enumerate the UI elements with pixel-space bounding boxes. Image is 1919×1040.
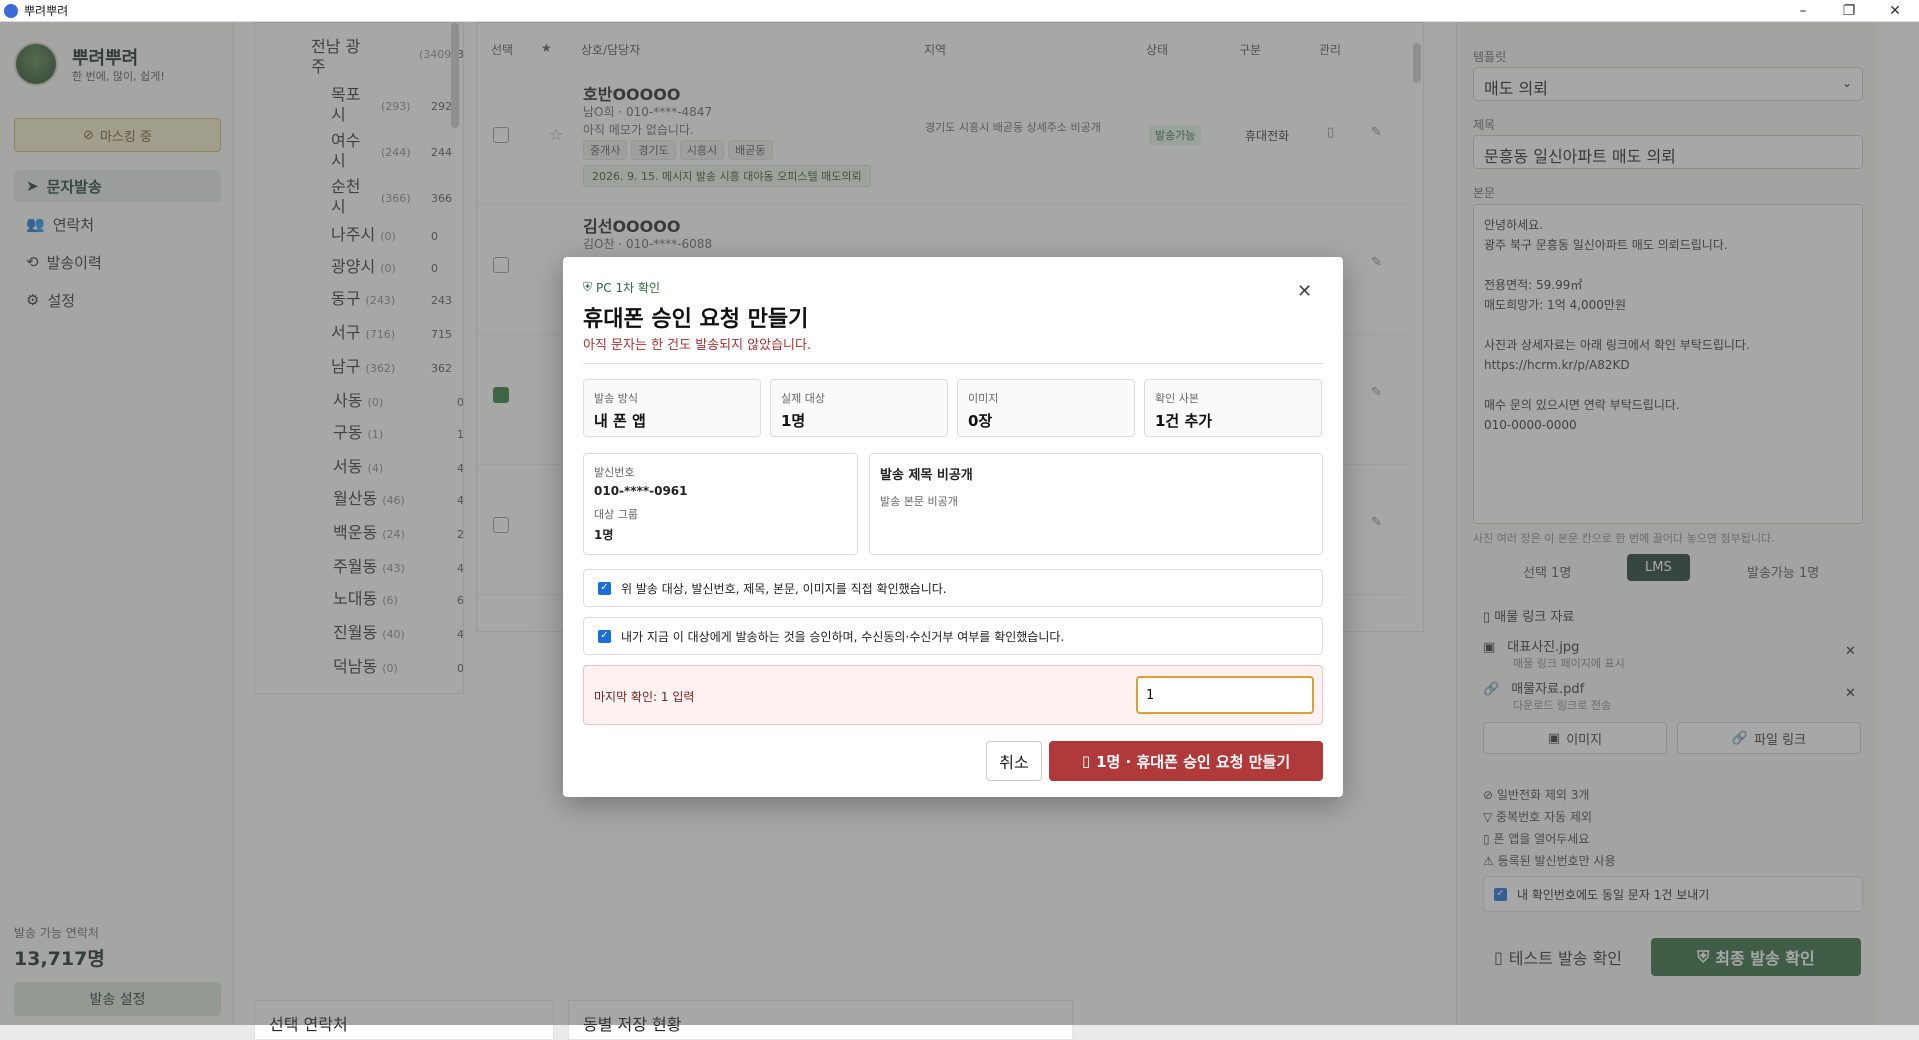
sender-info: 발신번호 010-****-0961 대상 그룹 1명 — [583, 453, 858, 555]
divider — [583, 363, 1323, 364]
final-confirm-label: 마지막 확인: 1 입력 — [594, 690, 695, 704]
minimize-icon[interactable]: – — [1780, 0, 1826, 22]
window-titlebar: 뿌려뿌려 – ❐ ✕ — [0, 0, 1919, 22]
confirm-checkbox-2[interactable]: ✓ 내가 지금 이 대상에게 발송하는 것을 승인하며, 수신동의·수신거부 여… — [583, 617, 1323, 655]
confirm-checkbox-1[interactable]: ✓ 위 발송 대상, 발신번호, 제목, 본문, 이미지를 직접 확인했습니다. — [583, 569, 1323, 607]
phone-icon: ▯ — [1081, 752, 1091, 770]
message-preview: 발송 제목 비공개 발송 본문 비공개 — [869, 453, 1323, 555]
stat-image: 이미지 0장 — [957, 379, 1135, 437]
close-window-icon[interactable]: ✕ — [1872, 0, 1918, 22]
modal-eyebrow: ⛨ PC 1차 확인 — [583, 280, 661, 295]
restore-icon[interactable]: ❐ — [1826, 0, 1872, 22]
checkbox-checked-icon[interactable]: ✓ — [598, 581, 611, 595]
close-icon[interactable]: ✕ — [1297, 281, 1312, 302]
modal-warning: 아직 문자는 한 건도 발송되지 않았습니다. — [583, 338, 812, 353]
modal-title: 휴대폰 승인 요청 만들기 — [583, 307, 809, 332]
stat-send-method: 발송 방식 내 폰 앱 — [583, 379, 761, 437]
final-confirm-input[interactable]: 1 — [1136, 676, 1314, 714]
app-icon — [4, 3, 18, 18]
checkbox-checked-icon[interactable]: ✓ — [598, 629, 611, 643]
cancel-button[interactable]: 취소 — [986, 741, 1042, 781]
shield-check-icon: ⛨ — [583, 280, 593, 294]
final-confirm-box: 마지막 확인: 1 입력 1 — [583, 665, 1323, 725]
window-title: 뿌려뿌려 — [24, 4, 69, 18]
approval-modal: ⛨ PC 1차 확인 휴대폰 승인 요청 만들기 아직 문자는 한 건도 발송되지… — [563, 257, 1343, 797]
stat-actual-target: 실제 대상 1명 — [770, 379, 948, 437]
create-approval-request-button[interactable]: ▯ 1명 · 휴대폰 승인 요청 만들기 — [1049, 741, 1323, 781]
stat-confirm-copy: 확인 사본 1건 추가 — [1144, 379, 1322, 437]
